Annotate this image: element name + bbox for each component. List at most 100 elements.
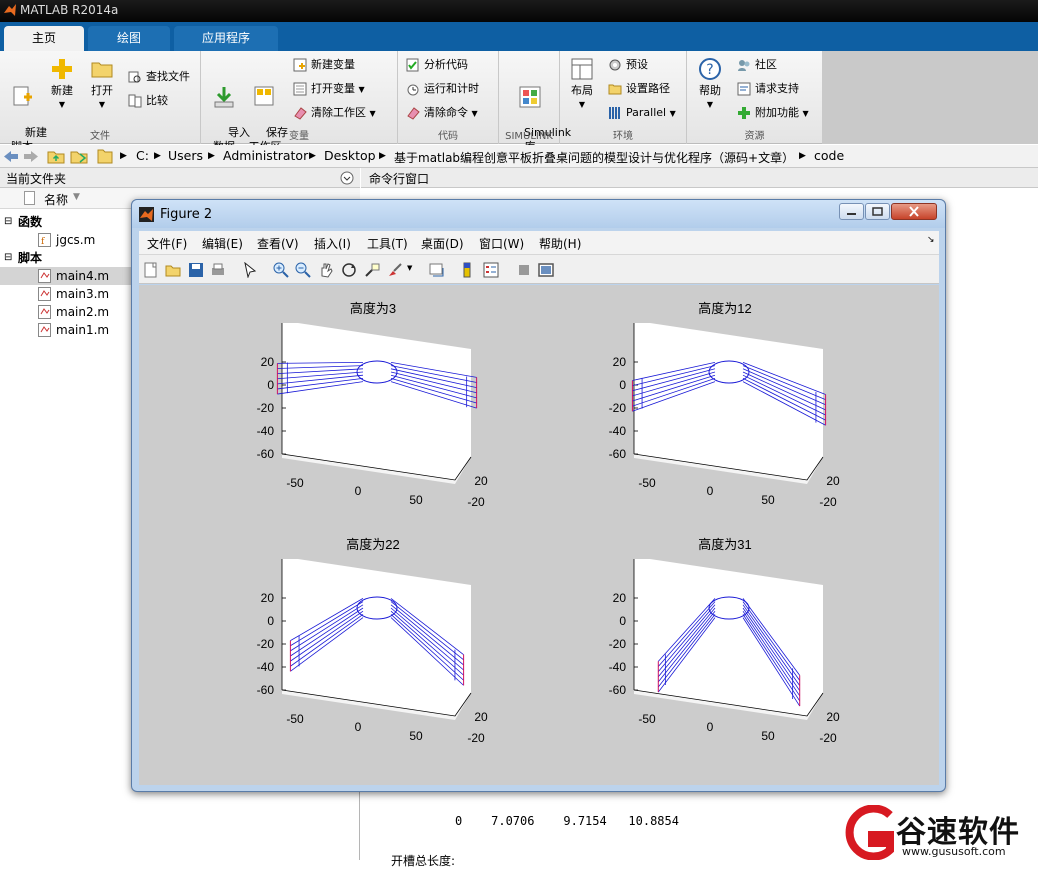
menu-edit[interactable]: 编辑(E) — [202, 235, 243, 252]
tab-home[interactable]: 主页 — [4, 26, 84, 51]
compare-icon — [128, 94, 142, 108]
panel-actions-icon[interactable] — [340, 171, 354, 185]
figure-canvas[interactable]: 高度为3 20 0 -20 -40 -60 -50 0 50 20 -20 高度为12 20 0 -20 -4… — [139, 285, 939, 785]
x-tick-label: 50 — [409, 729, 423, 743]
menu-desktop[interactable]: 桌面(D) — [421, 235, 464, 252]
legend-icon[interactable] — [483, 262, 499, 278]
new-variable-button[interactable]: 新建变量 — [293, 55, 355, 75]
axes-background — [634, 559, 823, 716]
menu-insert[interactable]: 插入(I) — [314, 235, 351, 252]
column-name[interactable]: 名称 — [44, 191, 68, 208]
addons-button[interactable]: 附加功能 ▼ — [737, 103, 809, 123]
community-button[interactable]: 社区 — [737, 55, 777, 75]
support-icon — [737, 82, 751, 96]
open-button[interactable]: 打开 ▼ — [84, 57, 120, 112]
up-folder-icon[interactable] — [47, 148, 65, 164]
save-icon[interactable] — [188, 262, 204, 278]
breadcrumb-administrator[interactable]: Administrator — [223, 148, 308, 163]
colorbar-icon[interactable] — [459, 262, 475, 278]
run-and-time-button[interactable]: 运行和计时 — [406, 79, 479, 99]
layout-button[interactable]: 布局 ▼ — [564, 57, 600, 112]
menu-file[interactable]: 文件(F) — [147, 235, 187, 252]
zoom-in-icon[interactable] — [273, 262, 289, 278]
new-button[interactable]: 新建 ▼ — [44, 57, 80, 112]
x-tick-label: -50 — [286, 476, 304, 490]
rotate-3d-icon[interactable] — [341, 262, 357, 278]
compare-button[interactable]: 比较 — [128, 91, 168, 111]
folder-icon — [97, 149, 113, 164]
collapse-icon[interactable]: ⊟ — [4, 249, 12, 267]
breadcrumb-code[interactable]: code — [814, 148, 844, 163]
menu-window[interactable]: 窗口(W) — [479, 235, 524, 252]
tab-apps[interactable]: 应用程序 — [174, 26, 278, 51]
y-tick-label: 20 — [474, 710, 488, 724]
watermark-url: www.gususoft.com — [902, 845, 1006, 858]
show-tools-icon[interactable] — [538, 262, 554, 278]
sort-arrow-icon[interactable]: ▼ — [73, 192, 80, 202]
breadcrumb-c[interactable]: C: — [136, 148, 149, 163]
script-file-icon — [38, 305, 51, 319]
find-files-button[interactable]: 查找文件 — [128, 67, 190, 87]
help-icon: ? — [699, 58, 721, 80]
brush-icon[interactable] — [387, 262, 403, 278]
parallel-button[interactable]: Parallel ▼ — [608, 103, 676, 123]
help-button[interactable]: ? 帮助 ▼ — [693, 57, 727, 112]
menu-view[interactable]: 查看(V) — [257, 235, 299, 252]
breadcrumb-separator: ▶ — [154, 151, 161, 161]
clear-commands-button[interactable]: 清除命令 ▼ — [406, 103, 478, 123]
back-arrow-icon[interactable] — [3, 150, 19, 163]
analyze-code-button[interactable]: 分析代码 — [406, 55, 468, 75]
data-cursor-icon[interactable] — [364, 262, 380, 278]
breadcrumb-users[interactable]: Users — [168, 148, 203, 163]
set-path-button[interactable]: 设置路径 — [608, 79, 670, 99]
menu-tools[interactable]: 工具(T) — [367, 235, 408, 252]
x-tick-label: 0 — [707, 720, 714, 734]
figure-window[interactable]: Figure 2 文件(F) 编辑(E) 查看(V) 插入(I) 工具(T) 桌… — [131, 199, 946, 792]
menu-help[interactable]: 帮助(H) — [539, 235, 581, 252]
hide-tools-icon[interactable] — [516, 262, 532, 278]
x-tick-label: -50 — [638, 712, 656, 726]
print-icon[interactable] — [210, 262, 226, 278]
figure-toolbar: ▼ — [139, 255, 939, 284]
z-tick-label: -20 — [609, 637, 627, 651]
y-tick-label: -20 — [467, 495, 485, 509]
minimize-button[interactable] — [839, 203, 864, 220]
pointer-icon[interactable] — [242, 262, 258, 278]
chevron-down-icon[interactable]: ▼ — [407, 264, 412, 272]
watermark-logo: 谷速软件 www.gususoft.com — [838, 805, 1038, 860]
new-figure-icon[interactable] — [143, 262, 159, 278]
link-plot-icon[interactable] — [429, 262, 445, 278]
script-file-icon — [38, 323, 51, 337]
breadcrumb-desktop[interactable]: Desktop — [324, 148, 376, 163]
zoom-out-icon[interactable] — [295, 262, 311, 278]
layout-icon — [571, 58, 593, 80]
simulink-icon — [519, 86, 541, 108]
y-tick-label: 20 — [826, 710, 840, 724]
command-window-header: 命令行窗口 — [361, 168, 1038, 188]
z-tick-label: 0 — [267, 378, 274, 392]
clear-workspace-button[interactable]: 清除工作区 ▼ — [293, 103, 376, 123]
breadcrumb-separator: ▶ — [379, 151, 386, 161]
close-button[interactable] — [891, 203, 937, 220]
open-file-icon[interactable] — [165, 262, 181, 278]
maximize-button[interactable] — [865, 203, 890, 220]
forward-arrow-icon[interactable] — [23, 150, 39, 163]
group-label-environment: 环境 — [613, 131, 633, 142]
tab-plots[interactable]: 绘图 — [88, 26, 170, 51]
chevron-down-icon: ▼ — [471, 109, 478, 118]
collapse-icon[interactable]: ⊟ — [4, 213, 12, 231]
minimize-icon — [847, 213, 856, 215]
figure-titlebar[interactable]: Figure 2 — [132, 200, 945, 228]
breadcrumb-project-folder[interactable]: 基于matlab编程创意平板折叠桌问题的模型设计与优化程序（源码+文章） — [394, 149, 794, 166]
import-icon — [214, 87, 234, 108]
dock-arrow-icon[interactable]: ↘ — [927, 235, 935, 245]
app-title: MATLAB R2014a — [20, 3, 119, 17]
request-support-button[interactable]: 请求支持 — [737, 79, 799, 99]
browse-folder-icon[interactable] — [70, 148, 88, 164]
open-variable-button[interactable]: 打开变量 ▼ — [293, 79, 365, 99]
pan-hand-icon[interactable] — [318, 262, 334, 278]
z-tick-label: -40 — [609, 424, 627, 438]
z-tick-label: -20 — [609, 401, 627, 415]
x-tick-label: 50 — [761, 493, 775, 507]
preferences-button[interactable]: 预设 — [608, 55, 648, 75]
